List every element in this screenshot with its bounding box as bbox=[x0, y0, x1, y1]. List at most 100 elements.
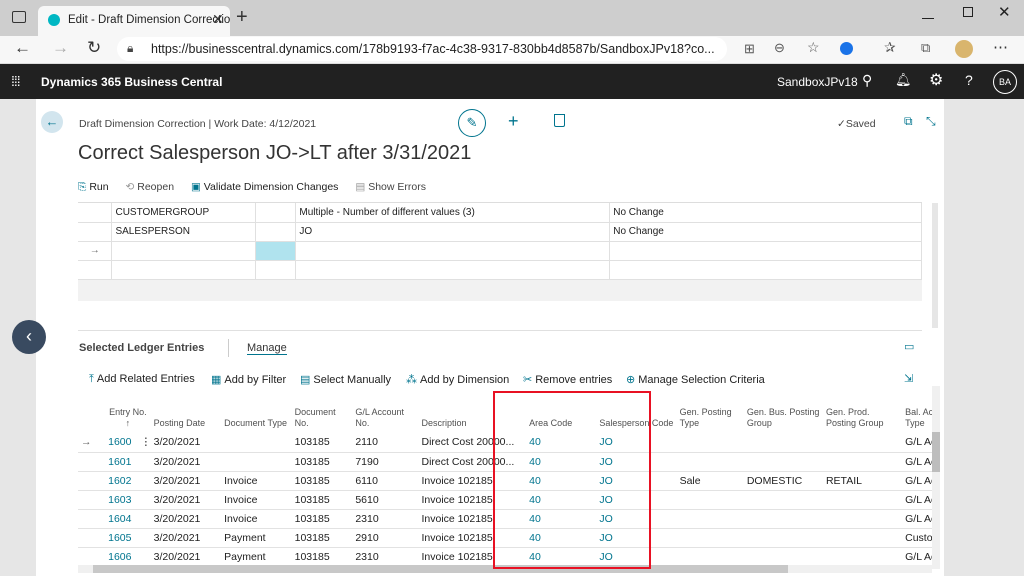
dim-value[interactable]: Multiple - Number of different values (3… bbox=[295, 203, 611, 223]
profile-avatar[interactable] bbox=[955, 40, 973, 58]
cell-gen-bus-group[interactable]: DOMESTIC bbox=[743, 471, 823, 491]
extension-icon[interactable] bbox=[840, 42, 853, 55]
minimize-icon[interactable] bbox=[922, 18, 934, 19]
cell-gen-prod-group[interactable] bbox=[822, 547, 903, 564]
cell-posting-date[interactable]: 3/20/2021 bbox=[150, 452, 222, 472]
cell-document-no[interactable]: 103185 bbox=[291, 471, 353, 491]
search-icon[interactable]: ⚲ bbox=[862, 72, 872, 89]
cell-gen-bus-group[interactable] bbox=[743, 452, 823, 472]
cell-bal-account-type[interactable]: G/L Account bbox=[902, 471, 932, 491]
collections-icon[interactable]: ⧉ bbox=[921, 40, 930, 56]
settings-icon[interactable]: ⚙ bbox=[929, 70, 943, 90]
maximize-icon[interactable] bbox=[963, 7, 973, 17]
cell-document-type[interactable]: Invoice bbox=[221, 509, 292, 529]
cell-document-type[interactable] bbox=[221, 452, 292, 472]
cell-posting-date[interactable]: 3/20/2021 bbox=[150, 433, 222, 453]
cell-document-type[interactable]: Invoice bbox=[221, 490, 292, 510]
cell-gen-posting-type[interactable] bbox=[676, 547, 744, 564]
favorite-icon[interactable]: ☆ bbox=[807, 39, 820, 56]
browser-tab[interactable]: Edit - Draft Dimension Correctio ✕ bbox=[38, 6, 230, 36]
new-tab-icon[interactable]: + bbox=[236, 6, 248, 29]
cell-gl-account[interactable]: 2310 bbox=[352, 509, 419, 529]
cell-bal-account-type[interactable]: G/L Account bbox=[902, 490, 932, 510]
cell-gen-prod-group[interactable] bbox=[822, 509, 903, 529]
cell-document-no[interactable]: 103185 bbox=[291, 452, 353, 472]
cell-gl-account[interactable]: 5610 bbox=[352, 490, 419, 510]
cell-document-type[interactable] bbox=[221, 433, 292, 453]
entry-no-link[interactable]: 1604 bbox=[105, 509, 138, 529]
validate-action[interactable]: ▣ Validate Dimension Changes bbox=[191, 181, 338, 193]
cell-gen-prod-group[interactable] bbox=[822, 528, 903, 548]
cell-gen-posting-type[interactable]: Sale bbox=[676, 471, 744, 491]
cell-document-type[interactable]: Invoice bbox=[221, 471, 292, 491]
col-gen-posting-type[interactable]: Gen. Posting Type bbox=[677, 396, 744, 433]
notification-icon[interactable]: 🔔︎ bbox=[895, 72, 912, 88]
entry-no-link[interactable]: 1602 bbox=[105, 471, 138, 491]
cell-document-no[interactable]: 103185 bbox=[291, 490, 353, 510]
entry-no-link[interactable]: 1603 bbox=[105, 490, 138, 510]
ledger-vertical-scrollbar[interactable] bbox=[932, 386, 940, 569]
tab-actions-icon[interactable] bbox=[12, 11, 26, 23]
zoom-icon[interactable]: ⊖ bbox=[774, 40, 785, 56]
back-button[interactable]: ← bbox=[41, 111, 63, 133]
show-errors-action[interactable]: ▤ Show Errors bbox=[355, 181, 426, 193]
add-filter-action[interactable]: ▦ Add by Filter bbox=[211, 373, 286, 386]
add-dimension-action[interactable]: ⁂ Add by Dimension bbox=[406, 373, 509, 386]
collapse-panel-button[interactable]: ‹ bbox=[12, 320, 46, 354]
dimension-row-empty[interactable] bbox=[78, 260, 922, 280]
cell-gen-prod-group[interactable] bbox=[822, 452, 903, 472]
cell-posting-date[interactable]: 3/20/2021 bbox=[150, 490, 222, 510]
dimension-row-new[interactable]: → bbox=[78, 241, 922, 261]
cell-document-no[interactable]: 103185 bbox=[291, 433, 353, 453]
col-document-no[interactable]: Document No. bbox=[292, 396, 353, 433]
col-gen-bus-group[interactable]: Gen. Bus. Posting Group bbox=[744, 396, 823, 433]
dim-code[interactable]: SALESPERSON bbox=[111, 222, 257, 242]
col-document-type[interactable]: Document Type bbox=[221, 396, 291, 433]
dim-change[interactable]: No Change bbox=[609, 203, 922, 223]
cell-document-type[interactable]: Payment bbox=[221, 547, 292, 564]
user-avatar[interactable]: BA bbox=[993, 70, 1017, 94]
cell-document-no[interactable]: 103185 bbox=[291, 547, 353, 564]
cell-bal-account-type[interactable]: G/L Account bbox=[902, 509, 932, 529]
dim-value[interactable]: JO bbox=[295, 222, 611, 242]
cell-gen-posting-type[interactable] bbox=[676, 433, 744, 453]
cell-gen-posting-type[interactable] bbox=[676, 509, 744, 529]
edit-button[interactable]: ✎ bbox=[458, 109, 486, 137]
run-action[interactable]: ⎘ Run bbox=[78, 181, 109, 193]
dimension-row[interactable]: CUSTOMERGROUP Multiple - Number of diffe… bbox=[78, 203, 922, 223]
cell-bal-account-type[interactable]: G/L Account bbox=[902, 452, 932, 472]
delete-button[interactable] bbox=[554, 114, 565, 127]
entry-no-link[interactable]: 1605 bbox=[105, 528, 138, 548]
selected-cell[interactable] bbox=[255, 241, 297, 261]
remove-entries-action[interactable]: ✂ Remove entries bbox=[523, 373, 612, 386]
cell-posting-date[interactable]: 3/20/2021 bbox=[150, 509, 222, 529]
cell-bal-account-type[interactable]: Customer bbox=[902, 528, 932, 548]
vertical-scrollbar-top[interactable] bbox=[932, 203, 938, 328]
personalize-icon[interactable]: ⇲ bbox=[904, 372, 913, 385]
app-launcher-icon[interactable]: ⁞⁞⁞ bbox=[11, 73, 21, 89]
cell-gen-bus-group[interactable] bbox=[743, 528, 823, 548]
cell-gen-prod-group[interactable] bbox=[822, 433, 903, 453]
entry-no-link[interactable]: 1606 bbox=[105, 547, 138, 564]
cell-posting-date[interactable]: 3/20/2021 bbox=[150, 528, 222, 548]
cell-gen-posting-type[interactable] bbox=[676, 528, 744, 548]
more-icon[interactable]: ⋯ bbox=[993, 38, 1008, 56]
row-menu-icon[interactable]: ⋮ bbox=[137, 433, 151, 453]
dimension-row[interactable]: SALESPERSON JO No Change bbox=[78, 222, 922, 242]
select-manually-action[interactable]: ▤ Select Manually bbox=[300, 373, 391, 386]
back-icon[interactable]: ← bbox=[14, 38, 31, 58]
col-gl-account[interactable]: G/L Account No. bbox=[352, 396, 418, 433]
app-available-icon[interactable]: ⊞ bbox=[744, 41, 755, 57]
dim-code[interactable]: CUSTOMERGROUP bbox=[111, 203, 257, 223]
open-new-window-icon[interactable]: ⧉ bbox=[904, 114, 913, 129]
collapse-icon[interactable]: ⤡ bbox=[926, 114, 936, 129]
cell-gl-account[interactable]: 7190 bbox=[352, 452, 419, 472]
favorites-icon[interactable]: ✰ bbox=[884, 39, 896, 56]
new-button[interactable]: + bbox=[508, 111, 519, 132]
cell-gl-account[interactable]: 2910 bbox=[352, 528, 419, 548]
cell-posting-date[interactable]: 3/20/2021 bbox=[150, 547, 222, 564]
col-gen-prod-group[interactable]: Gen. Prod. Posting Group bbox=[823, 396, 902, 433]
cell-gen-bus-group[interactable] bbox=[743, 433, 823, 453]
close-tab-icon[interactable]: ✕ bbox=[212, 11, 224, 28]
cell-gen-prod-group[interactable]: RETAIL bbox=[822, 471, 903, 491]
